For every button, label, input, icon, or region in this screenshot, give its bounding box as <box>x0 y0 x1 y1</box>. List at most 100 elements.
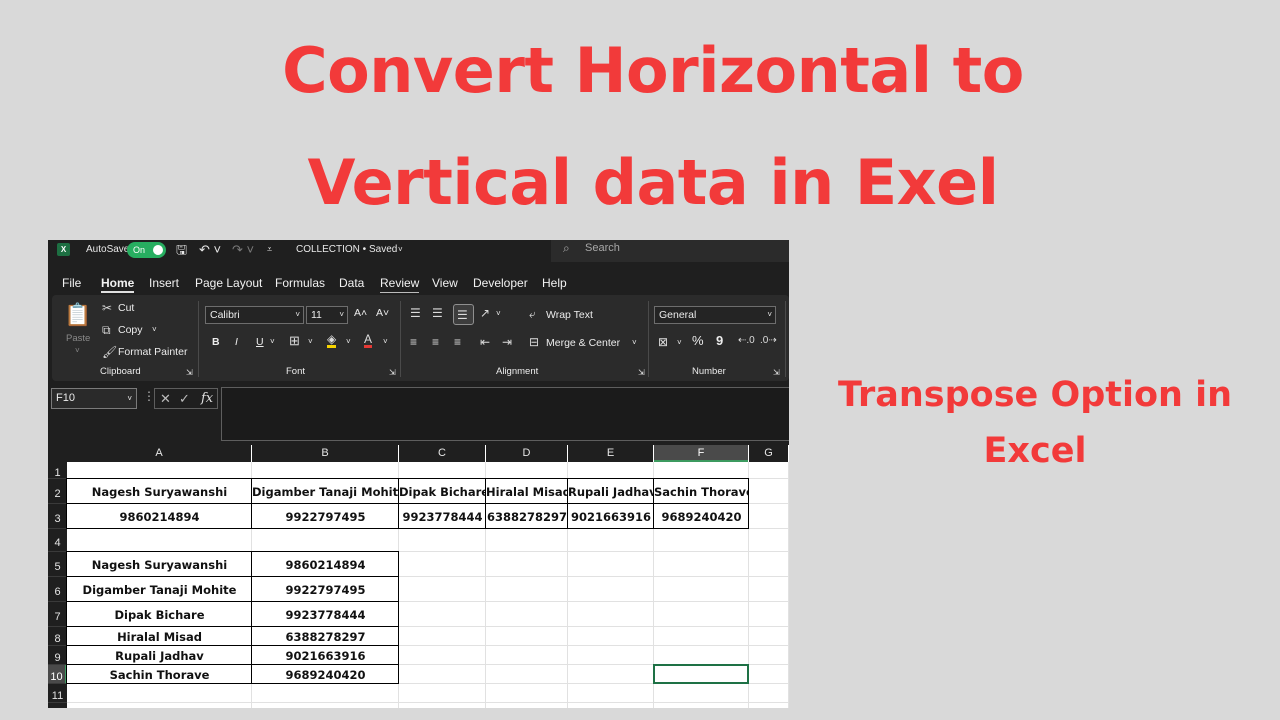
fill-color-dropdown-icon[interactable]: ˅ <box>346 335 351 349</box>
column-header-g[interactable]: G <box>749 445 788 462</box>
increase-font-size-button[interactable]: A˄ <box>354 306 367 320</box>
table-cell[interactable]: Rupali Jadhav <box>67 646 252 665</box>
autosave-toggle[interactable]: On <box>127 242 166 258</box>
row-header-7[interactable]: 7 <box>48 602 67 627</box>
table-cell[interactable]: 9689240420 <box>654 504 749 529</box>
row-header-10[interactable]: 10 <box>48 665 67 684</box>
row-header-3[interactable]: 3 <box>48 504 67 529</box>
enter-icon[interactable]: ✓ <box>179 389 190 408</box>
borders-icon[interactable]: ⊞ <box>289 334 300 348</box>
cut-button[interactable]: Cut <box>118 301 134 315</box>
bold-button[interactable]: B <box>212 335 220 349</box>
tab-insert[interactable]: Insert <box>149 273 179 293</box>
merge-center-button[interactable]: Merge & Center <box>546 336 620 350</box>
increase-decimal-icon[interactable]: ⇠.0 <box>738 334 755 348</box>
tab-file[interactable]: File <box>62 273 81 293</box>
table-cell[interactable]: Digamber Tanaji Mohite <box>67 577 252 602</box>
table-cell[interactable]: 9689240420 <box>252 665 399 684</box>
table-header-cell[interactable]: Sachin Thorave <box>654 479 749 504</box>
number-format-select[interactable]: General ˅ <box>654 306 776 324</box>
underline-button[interactable]: U <box>256 335 264 349</box>
align-middle-icon[interactable]: ☰ <box>432 306 443 320</box>
align-left-icon[interactable]: ≡ <box>410 335 417 349</box>
table-cell[interactable]: 9922797495 <box>252 577 399 602</box>
decrease-font-size-button[interactable]: A˅ <box>376 306 389 320</box>
search-box[interactable]: ⌕ Search <box>551 240 789 262</box>
table-cell[interactable]: 9860214894 <box>252 552 399 577</box>
font-name-select[interactable]: Calibri ˅ <box>205 306 304 324</box>
cancel-icon[interactable]: ✕ <box>160 389 171 408</box>
tab-formulas[interactable]: Formulas <box>275 273 325 293</box>
table-cell[interactable]: 6388278297 <box>486 504 568 529</box>
table-cell[interactable]: 6388278297 <box>252 627 399 646</box>
percent-style-button[interactable]: % <box>692 334 704 348</box>
table-header-cell[interactable]: Dipak Bichare <box>399 479 486 504</box>
row-header-1[interactable]: 1 <box>48 462 67 479</box>
format-painter-button[interactable]: Format Painter <box>118 345 187 359</box>
table-cell[interactable]: 9021663916 <box>568 504 654 529</box>
table-cell[interactable]: 9021663916 <box>252 646 399 665</box>
orientation-dropdown-icon[interactable]: ˅ <box>496 307 501 321</box>
paste-icon[interactable]: 📋 <box>64 303 91 327</box>
column-header-b[interactable]: B <box>252 445 398 462</box>
tab-data[interactable]: Data <box>339 273 364 293</box>
table-header-cell[interactable]: Nagesh Suryawanshi <box>67 479 252 504</box>
font-launcher-icon[interactable]: ⇲ <box>389 367 396 379</box>
save-icon[interactable]: 🖫 <box>176 240 187 259</box>
select-all-corner[interactable] <box>48 445 67 462</box>
column-header-f[interactable]: F <box>654 445 748 462</box>
column-header-d[interactable]: D <box>486 445 567 462</box>
tab-page-layout[interactable]: Page Layout <box>195 273 262 293</box>
italic-button[interactable]: I <box>235 335 238 349</box>
table-cell[interactable]: Hiralal Misad <box>67 627 252 646</box>
chevron-down-icon[interactable]: ˅ <box>398 240 403 259</box>
merge-dropdown-icon[interactable]: ˅ <box>632 336 637 350</box>
tab-help[interactable]: Help <box>542 273 567 293</box>
copy-button[interactable]: Copy <box>118 323 143 337</box>
table-header-cell[interactable]: Rupali Jadhav <box>568 479 654 504</box>
table-cell[interactable]: 9922797495 <box>252 504 399 529</box>
table-cell[interactable]: Nagesh Suryawanshi <box>67 552 252 577</box>
align-center-icon[interactable]: ≡ <box>432 335 439 349</box>
column-header-a[interactable]: A <box>67 445 251 462</box>
table-cell[interactable]: 9923778444 <box>399 504 486 529</box>
table-cell[interactable]: Dipak Bichare <box>67 602 252 627</box>
clipboard-launcher-icon[interactable]: ⇲ <box>186 367 193 379</box>
tab-review[interactable]: Review <box>380 273 420 293</box>
customize-toolbar-icon[interactable]: ⩡ <box>267 240 272 259</box>
file-name[interactable]: COLLECTION • Saved <box>296 240 397 259</box>
tab-developer[interactable]: Developer <box>473 273 528 293</box>
row-header-11[interactable]: 11 <box>48 684 67 703</box>
column-header-c[interactable]: C <box>399 445 485 462</box>
sheet-grid[interactable]: ABCDEFG123456789101112Nagesh Suryawanshi… <box>48 445 789 708</box>
formula-input[interactable] <box>221 387 789 441</box>
name-box[interactable]: F10 ˅ <box>51 388 137 409</box>
align-top-icon[interactable]: ☰ <box>410 306 421 320</box>
row-header-6[interactable]: 6 <box>48 577 67 602</box>
underline-dropdown-icon[interactable]: ˅ <box>270 335 275 349</box>
decrease-indent-icon[interactable]: ⇤ <box>480 335 490 349</box>
undo-icon[interactable]: ↶ ˅ <box>199 240 221 259</box>
column-header-e[interactable]: E <box>568 445 653 462</box>
copy-dropdown-icon[interactable]: ˅ <box>152 323 157 337</box>
accounting-dropdown-icon[interactable]: ˅ <box>677 336 682 350</box>
table-header-cell[interactable]: Hiralal Misad <box>486 479 568 504</box>
table-header-cell[interactable]: Digamber Tanaji Mohite <box>252 479 399 504</box>
align-right-icon[interactable]: ≡ <box>454 335 461 349</box>
row-header-4[interactable]: 4 <box>48 529 67 552</box>
font-color-dropdown-icon[interactable]: ˅ <box>383 335 388 349</box>
active-cell-f10[interactable] <box>653 664 749 684</box>
font-size-select[interactable]: 11 ˅ <box>306 306 348 324</box>
paste-dropdown-icon[interactable]: ˅ <box>75 344 80 358</box>
row-header-5[interactable]: 5 <box>48 552 67 577</box>
tab-view[interactable]: View <box>432 273 458 293</box>
tab-home[interactable]: Home <box>101 273 135 293</box>
accounting-format-icon[interactable]: ⊠ <box>658 335 668 349</box>
number-launcher-icon[interactable]: ⇲ <box>773 367 780 379</box>
alignment-launcher-icon[interactable]: ⇲ <box>638 367 645 379</box>
row-header-9[interactable]: 9 <box>48 646 67 665</box>
table-cell[interactable]: 9923778444 <box>252 602 399 627</box>
insert-function-icon[interactable]: fx <box>201 389 213 408</box>
wrap-text-button[interactable]: Wrap Text <box>546 308 593 322</box>
row-header-2[interactable]: 2 <box>48 479 67 504</box>
